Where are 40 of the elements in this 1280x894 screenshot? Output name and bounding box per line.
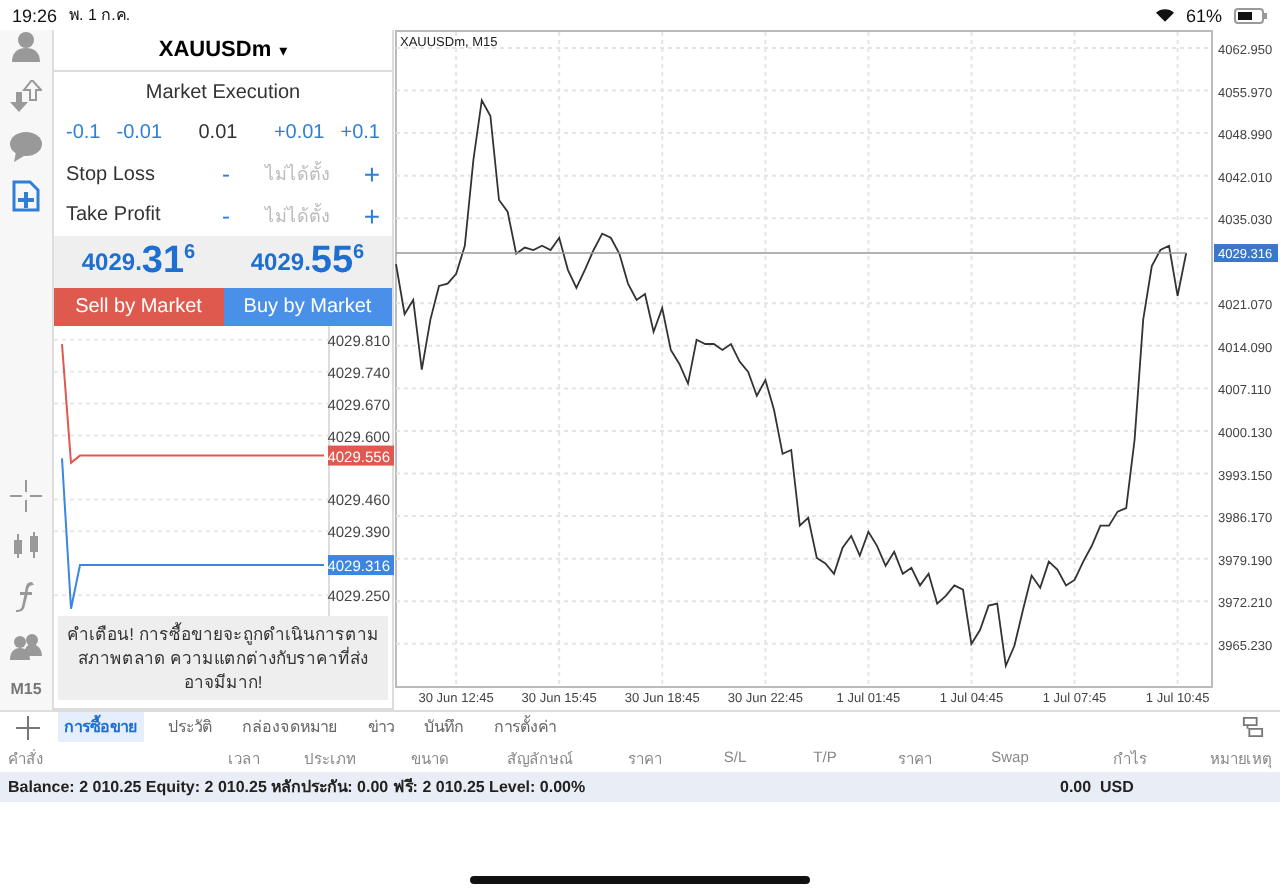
decrease-control[interactable]: - — [222, 160, 230, 189]
warning-message: คำเตือน! การซื้อขายจะถูกดำเนินการตามสภาพตลาด ความแตกต่างกับราคาที่ส่งอาจมีมาก! — [58, 616, 388, 701]
volume-step[interactable]: +0.01 — [273, 122, 325, 145]
people-icon[interactable] — [10, 630, 42, 662]
buy-button[interactable]: Buy by Market — [223, 288, 392, 325]
person-icon[interactable] — [10, 30, 42, 62]
chat-icon[interactable] — [10, 130, 42, 162]
tab[interactable]: ประวัติ — [162, 712, 218, 742]
sell-button[interactable]: Sell by Market — [54, 288, 223, 325]
tab[interactable]: การซื้อขาย — [58, 712, 144, 742]
tab[interactable]: การตั้งค่า — [488, 712, 562, 742]
volume-step[interactable]: -0.1 — [66, 122, 101, 145]
field-label: Take Profit — [66, 204, 163, 227]
battery-icon — [1234, 7, 1268, 23]
caret-icon[interactable]: ▾ — [279, 41, 288, 60]
total-profit: 0.00 USD — [1060, 778, 1136, 796]
wifi-icon — [1155, 8, 1174, 22]
volume-step[interactable]: +0.1 — [340, 122, 380, 145]
clock: 19:26 — [12, 5, 58, 25]
increase-control[interactable]: + — [363, 158, 380, 191]
arrows-icon[interactable] — [10, 80, 42, 112]
layout-icon[interactable] — [1242, 716, 1264, 738]
add-icon[interactable] — [16, 715, 40, 739]
decrease-control[interactable]: - — [222, 201, 230, 230]
volume-step[interactable]: -0.01 — [116, 122, 163, 145]
date: พ. 1 ก.ค. — [69, 4, 131, 28]
crosshair-icon[interactable] — [10, 480, 42, 512]
execution-type: Market Execution — [145, 82, 301, 105]
tab[interactable]: กล่องจดหมาย — [236, 712, 344, 742]
account-summary: Balance: 2 010.25 Equity: 2 010.25 หลักประกัน: 0.00 ฟรี: 2 010.25 Level: 0.00% — [8, 776, 588, 800]
volume-value[interactable]: 0.01 — [198, 122, 238, 145]
field-label: Stop Loss — [66, 163, 157, 186]
tab[interactable]: บันทึก — [418, 712, 470, 742]
candlestick-icon[interactable] — [10, 530, 42, 562]
tab[interactable]: ข่าว — [362, 712, 400, 742]
symbol-name[interactable]: XAUUSDm — [158, 38, 272, 63]
battery-percent: 61% — [1185, 5, 1222, 25]
increase-control[interactable]: + — [363, 199, 380, 232]
timeframe[interactable]: M15 — [10, 680, 42, 698]
new-order-icon[interactable] — [10, 180, 42, 212]
